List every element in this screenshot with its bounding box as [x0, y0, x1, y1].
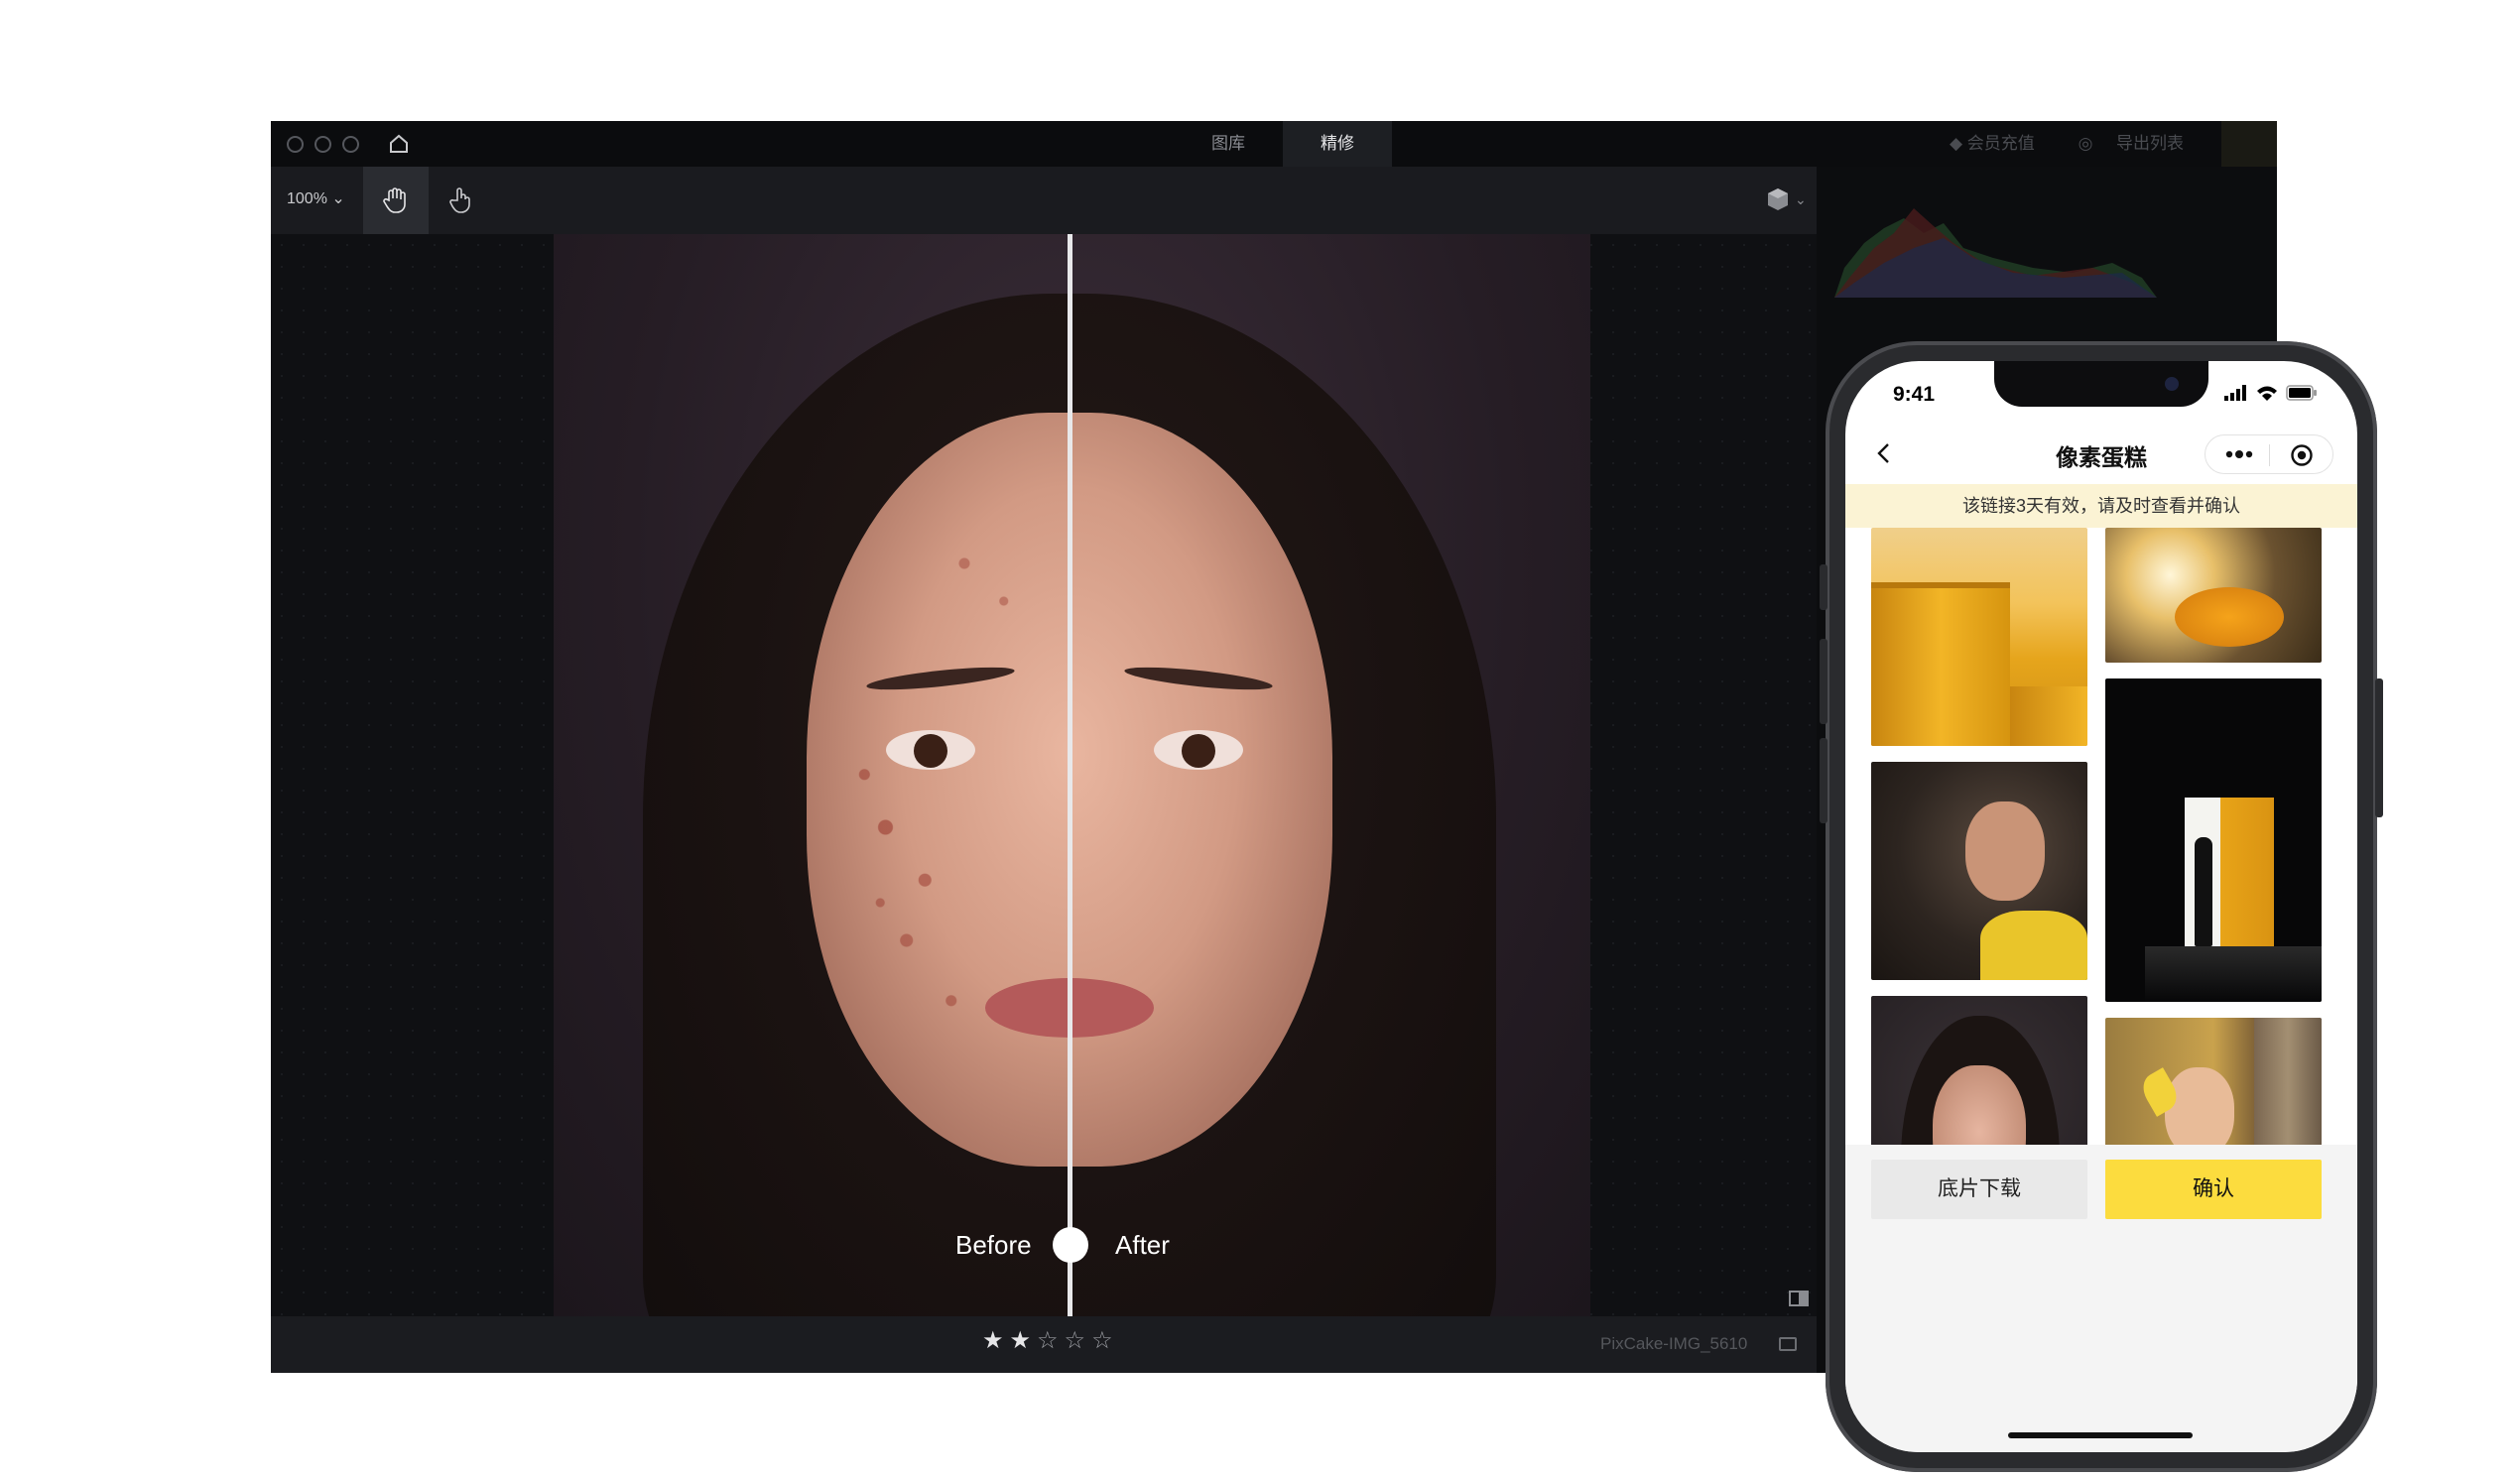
after-label: After	[1115, 1230, 1170, 1260]
signal-icon	[2224, 385, 2246, 401]
left-eye	[886, 730, 975, 770]
mini-program-capsule	[2205, 434, 2333, 474]
preset-select[interactable]: ⌄	[1765, 186, 1807, 212]
phone-mute-switch	[1820, 564, 1827, 610]
phone-volume-up	[1820, 639, 1827, 724]
capsule-separator	[2269, 444, 2270, 466]
window-minimize-button[interactable]	[315, 136, 331, 153]
face-shape-small	[1965, 801, 2045, 901]
avatar[interactable]: ◎	[2075, 121, 2096, 167]
status-time: 9:41	[1893, 383, 1936, 406]
action-bar: 底片下载 确认	[1845, 1145, 2357, 1452]
image-canvas[interactable]: Before After	[271, 234, 1817, 1316]
flower-shape	[2175, 587, 2284, 647]
tank-shape-small	[2010, 686, 2087, 746]
membership-button[interactable]: ◆ 会员充值	[1950, 121, 2035, 167]
star-filled-icon[interactable]: ★	[1010, 1327, 1038, 1354]
compare-divider[interactable]	[1068, 234, 1072, 1316]
star-empty-icon[interactable]: ☆	[1037, 1327, 1065, 1354]
hand-tool-icon	[383, 187, 406, 213]
photo-yellow-tanks[interactable]	[1871, 528, 2087, 746]
star-filled-icon[interactable]: ★	[982, 1327, 1010, 1354]
export-list-button[interactable]: 导出列表	[2116, 121, 2184, 167]
floor-light	[2145, 946, 2322, 1002]
histogram	[1834, 208, 2157, 298]
zoom-level: 100%	[287, 190, 327, 207]
cube-icon	[1768, 188, 1788, 210]
tank-shape	[1871, 582, 2010, 746]
phone-volume-down	[1820, 738, 1827, 823]
confirm-button[interactable]: 确认	[2105, 1160, 2322, 1219]
rating-stars[interactable]: ★★☆☆☆	[982, 1326, 1119, 1355]
photo-flowers-window[interactable]	[2105, 528, 2322, 663]
more-dots-icon[interactable]	[2225, 448, 2253, 460]
phone-mockup: 9:41 像素蛋糕 该链接3天有效，请及时查看并确认 底片下载 确认	[1820, 341, 2383, 1472]
right-brow	[1123, 663, 1274, 694]
home-icon[interactable]	[388, 133, 410, 155]
phone-notch	[1994, 361, 2208, 407]
photo-doorway-silhouette[interactable]	[2105, 678, 2322, 1002]
window-close-button[interactable]	[287, 136, 304, 153]
bottom-bar: ★★☆☆☆ PixCake-IMG_5610	[271, 1316, 1817, 1373]
zoom-select[interactable]: 100% ⌄	[287, 188, 345, 208]
tab-library[interactable]: 图库	[1174, 121, 1283, 167]
phone-screen: 9:41 像素蛋糕 该链接3天有效，请及时查看并确认 底片下载 确认	[1845, 361, 2357, 1452]
photo-grid	[1845, 528, 2357, 1311]
silhouette-shape	[2195, 837, 2212, 946]
download-negatives-button[interactable]: 底片下载	[1871, 1160, 2087, 1219]
battery-icon	[2286, 385, 2317, 401]
phone-power-button	[2375, 678, 2383, 817]
window-maximize-button[interactable]	[342, 136, 359, 153]
mini-program-navbar: 像素蛋糕	[1845, 425, 2357, 484]
pointer-tool-button[interactable]	[429, 167, 494, 234]
account-button[interactable]	[2221, 121, 2277, 167]
validity-banner: 该链接3天有效，请及时查看并确认	[1845, 484, 2357, 528]
star-empty-icon[interactable]: ☆	[1091, 1327, 1119, 1354]
chevron-down-icon: ⌄	[1795, 190, 1807, 207]
tab-retouch[interactable]: 精修	[1283, 121, 1392, 167]
compare-handle[interactable]	[1053, 1227, 1088, 1263]
star-empty-icon[interactable]: ☆	[1065, 1327, 1092, 1354]
portrait-photo: Before After	[554, 234, 1590, 1316]
toolbar: 100% ⌄ ⌄	[271, 167, 1817, 234]
status-icons	[2224, 385, 2318, 401]
photo-woman-yellow-top[interactable]	[1871, 762, 2087, 980]
front-camera	[2165, 377, 2179, 391]
pointer-hand-icon	[449, 187, 470, 213]
before-blemishes	[807, 413, 1070, 1167]
membership-label: 会员充值	[1966, 134, 2035, 153]
face-shape-leaf	[2165, 1067, 2234, 1157]
panel-icon[interactable]	[1779, 1337, 1797, 1351]
right-eye	[1154, 730, 1243, 770]
filename: PixCake-IMG_5610	[1600, 1334, 1748, 1353]
hand-tool-button[interactable]	[363, 167, 429, 234]
wifi-icon	[2257, 386, 2277, 401]
before-label: Before	[955, 1230, 1032, 1260]
title-bar: 图库 精修 ◆ 会员充值 ◎ 导出列表	[271, 121, 2277, 167]
home-indicator	[2008, 1432, 2193, 1438]
compare-icon[interactable]	[1789, 1291, 1809, 1306]
yellow-top-shape	[1980, 911, 2087, 980]
close-circle-icon[interactable]	[2290, 443, 2314, 467]
